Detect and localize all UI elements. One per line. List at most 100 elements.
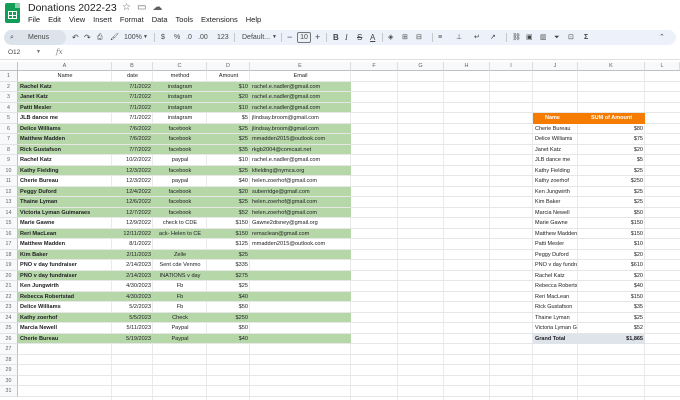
method-cell[interactable]: ack- Helen to CE — [155, 229, 205, 240]
row-header[interactable]: 17 — [0, 239, 18, 250]
spreadsheet-grid[interactable]: A B C D E F G H I J K L 1 2 3 4 5 6 7 8 9 10 11 12 13 14 15 16 17 18 1… — [0, 62, 680, 400]
method-cell[interactable]: facebook — [155, 187, 205, 198]
email-cell[interactable]: rachel.e.nadler@gmail.com — [252, 92, 349, 103]
pivot-name-cell[interactable]: Kim Baker — [535, 197, 577, 208]
date-cell[interactable]: 8/1/2022 — [114, 239, 151, 250]
amount-cell[interactable]: $5 — [209, 113, 248, 124]
donor-name-cell[interactable]: Rachel Katz — [20, 155, 110, 166]
method-cell[interactable]: Fb — [155, 292, 205, 303]
vertical-align-icon[interactable]: ⊥ — [456, 30, 462, 45]
pivot-name-cell[interactable]: Rachel Katz — [535, 271, 577, 282]
number-format-button[interactable]: 123 — [217, 30, 229, 45]
donor-name-cell[interactable]: Delice Williams — [20, 302, 110, 313]
cloud-status-icon[interactable]: ☁ — [152, 2, 162, 13]
date-cell[interactable]: 5/19/2023 — [114, 334, 151, 345]
pivot-sum-cell[interactable]: $75 — [583, 134, 643, 145]
method-cell[interactable]: facebook — [155, 197, 205, 208]
donor-name-cell[interactable]: Kim Baker — [20, 250, 110, 261]
date-cell[interactable]: 7/6/2022 — [114, 124, 151, 135]
document-title[interactable]: Donations 2022-23 — [28, 2, 117, 14]
star-icon[interactable]: ☆ — [122, 2, 131, 13]
amount-cell[interactable]: $10 — [209, 103, 248, 114]
amount-cell[interactable]: $40 — [209, 176, 248, 187]
sheets-logo-icon[interactable] — [5, 3, 20, 23]
pivot-name-cell[interactable]: Ken Jungwirth — [535, 187, 577, 198]
email-cell[interactable]: jlindsay.broom@gmail.com — [252, 124, 349, 135]
amount-cell[interactable]: $25 — [209, 281, 248, 292]
row-header[interactable]: 8 — [0, 144, 18, 155]
email-cell[interactable]: mmadden2015@outlook.com — [252, 239, 349, 250]
row-header[interactable]: 28 — [0, 354, 18, 365]
pivot-sum-cell[interactable]: $150 — [583, 218, 643, 229]
amount-cell[interactable]: $150 — [209, 218, 248, 229]
horizontal-align-icon[interactable]: ≡ — [438, 30, 442, 45]
donor-name-cell[interactable]: Marie Gawne — [20, 218, 110, 229]
header-method[interactable]: method — [155, 71, 205, 82]
donor-name-cell[interactable]: JLB dance me — [20, 113, 110, 124]
date-cell[interactable]: 7/1/2022 — [114, 113, 151, 124]
method-cell[interactable]: Paypal — [155, 334, 205, 345]
method-cell[interactable]: facebook — [155, 124, 205, 135]
amount-cell[interactable]: $275 — [209, 271, 248, 282]
pivot-name-cell[interactable]: Victoria Lyman Guimaraes — [535, 323, 577, 334]
date-cell[interactable]: 12/11/2022 — [114, 229, 151, 240]
pivot-name-cell[interactable]: Patti Mesler — [535, 239, 577, 250]
date-cell[interactable]: 2/11/2023 — [114, 250, 151, 261]
method-cell[interactable]: Sent cde Venmo — [155, 260, 205, 271]
borders-icon[interactable]: ⊞ — [402, 30, 408, 45]
email-cell[interactable]: remaclean@gmail.com — [252, 229, 349, 240]
insert-link-icon[interactable]: ⛓ — [512, 30, 521, 45]
strikethrough-button[interactable]: S — [357, 30, 362, 45]
pivot-sum-cell[interactable]: $40 — [583, 281, 643, 292]
date-cell[interactable]: 10/2/2022 — [114, 155, 151, 166]
pivot-sum-cell[interactable]: $35 — [583, 302, 643, 313]
pivot-name-cell[interactable]: Thaine Lyman — [535, 313, 577, 324]
functions-icon[interactable]: Σ — [584, 30, 588, 45]
name-box[interactable]: O12 — [8, 49, 20, 56]
row-header[interactable]: 4 — [0, 102, 18, 113]
email-cell[interactable] — [252, 302, 349, 313]
pivot-header-sum[interactable]: SUM of Amount — [591, 113, 632, 124]
row-header[interactable]: 1 — [0, 71, 18, 82]
text-rotation-icon[interactable]: ↗ — [490, 30, 496, 45]
donor-name-cell[interactable]: Matthew Madden — [20, 239, 110, 250]
menu-data[interactable]: Data — [152, 15, 168, 24]
row-header[interactable]: 2 — [0, 81, 18, 92]
amount-cell[interactable]: $125 — [209, 239, 248, 250]
method-cell[interactable] — [155, 239, 205, 250]
column-header-a[interactable]: A — [18, 62, 112, 71]
amount-cell[interactable]: $40 — [209, 334, 248, 345]
email-cell[interactable] — [252, 292, 349, 303]
method-cell[interactable]: facebook — [155, 145, 205, 156]
donor-name-cell[interactable]: Peggy Duford — [20, 187, 110, 198]
method-cell[interactable]: facebook — [155, 208, 205, 219]
text-color-button[interactable]: A — [370, 30, 375, 45]
email-cell[interactable] — [252, 250, 349, 261]
date-cell[interactable]: 7/7/2022 — [114, 145, 151, 156]
date-cell[interactable]: 2/14/2023 — [114, 260, 151, 271]
method-cell[interactable]: instagram — [155, 92, 205, 103]
row-header[interactable]: 26 — [0, 333, 18, 344]
column-header-b[interactable]: B — [112, 62, 153, 71]
column-header-e[interactable]: E — [250, 62, 351, 71]
currency-format-button[interactable]: $ — [161, 30, 165, 45]
menu-help[interactable]: Help — [246, 15, 261, 24]
decrease-font-size-button[interactable]: − — [287, 30, 292, 45]
collapse-toolbar-chevron-icon[interactable]: ⌃ — [659, 30, 665, 45]
donor-name-cell[interactable]: PNO v day fundraiser — [20, 271, 110, 282]
amount-cell[interactable]: $10 — [209, 82, 248, 93]
percent-format-button[interactable]: % — [174, 30, 180, 45]
font-select[interactable]: Default... — [242, 30, 270, 45]
method-cell[interactable]: paypal — [155, 155, 205, 166]
method-cell[interactable]: check to CDE — [155, 218, 205, 229]
donor-name-cell[interactable]: Ken Jungwirth — [20, 281, 110, 292]
date-cell[interactable]: 4/30/2023 — [114, 292, 151, 303]
amount-cell[interactable]: $50 — [209, 302, 248, 313]
pivot-sum-cell[interactable]: $20 — [583, 250, 643, 261]
amount-cell[interactable]: $52 — [209, 208, 248, 219]
pivot-sum-cell[interactable]: $610 — [583, 260, 643, 271]
pivot-sum-cell[interactable]: $25 — [583, 197, 643, 208]
email-cell[interactable] — [252, 281, 349, 292]
pivot-sum-cell[interactable]: $52 — [583, 323, 643, 334]
increase-decimal-button[interactable]: .00 — [198, 30, 208, 45]
